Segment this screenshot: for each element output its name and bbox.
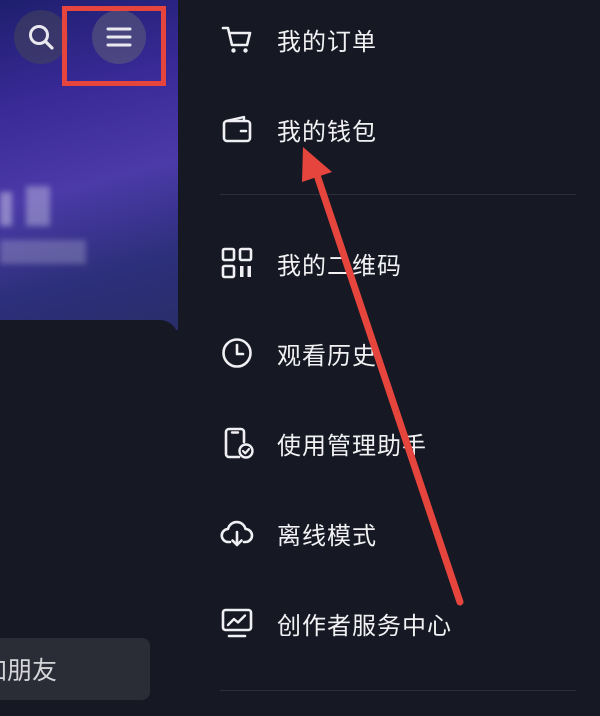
divider <box>220 690 576 691</box>
menu-button[interactable] <box>92 10 146 64</box>
menu-item-creator-center[interactable]: 创作者服务中心 <box>178 588 600 658</box>
qr-code-icon <box>220 246 254 280</box>
menu-item-label: 我的钱包 <box>277 117 377 146</box>
menu-item-offline-mode[interactable]: 离线模式 <box>178 498 600 568</box>
search-button[interactable] <box>14 10 68 64</box>
menu-item-label: 创作者服务中心 <box>277 611 452 640</box>
shopping-cart-icon <box>220 22 254 56</box>
side-drawer: 我的订单 我的钱包 我的二维码 观看历史 使用管理助手 离线模式 创作者服务中心 <box>178 0 600 716</box>
cloud-download-icon <box>220 516 254 550</box>
wallet-icon <box>220 112 254 146</box>
clock-icon <box>220 336 254 370</box>
phone-check-icon <box>220 426 254 460</box>
menu-item-wallet[interactable]: 我的钱包 <box>178 94 600 164</box>
menu-item-orders[interactable]: 我的订单 <box>178 4 600 74</box>
menu-item-qr-code[interactable]: 我的二维码 <box>178 228 600 298</box>
menu-item-label: 观看历史 <box>277 341 377 370</box>
menu-item-watch-history[interactable]: 观看历史 <box>178 318 600 388</box>
search-icon <box>29 25 54 50</box>
blurred-avatar <box>0 192 12 226</box>
menu-item-label: 离线模式 <box>277 521 377 550</box>
menu-item-label: 使用管理助手 <box>277 431 427 460</box>
divider <box>220 194 576 195</box>
blurred-name <box>26 186 50 226</box>
add-friend-text: 加朋友 <box>0 656 58 685</box>
add-friend-input[interactable]: 加朋友 <box>0 638 150 700</box>
menu-item-usage-assistant[interactable]: 使用管理助手 <box>178 408 600 478</box>
hamburger-menu-icon <box>106 27 132 47</box>
menu-item-label: 我的订单 <box>277 27 377 56</box>
monitor-chart-icon <box>220 606 254 640</box>
blurred-id <box>0 240 86 264</box>
background-profile-panel: 加朋友 <box>0 0 178 716</box>
menu-item-label: 我的二维码 <box>277 251 402 280</box>
